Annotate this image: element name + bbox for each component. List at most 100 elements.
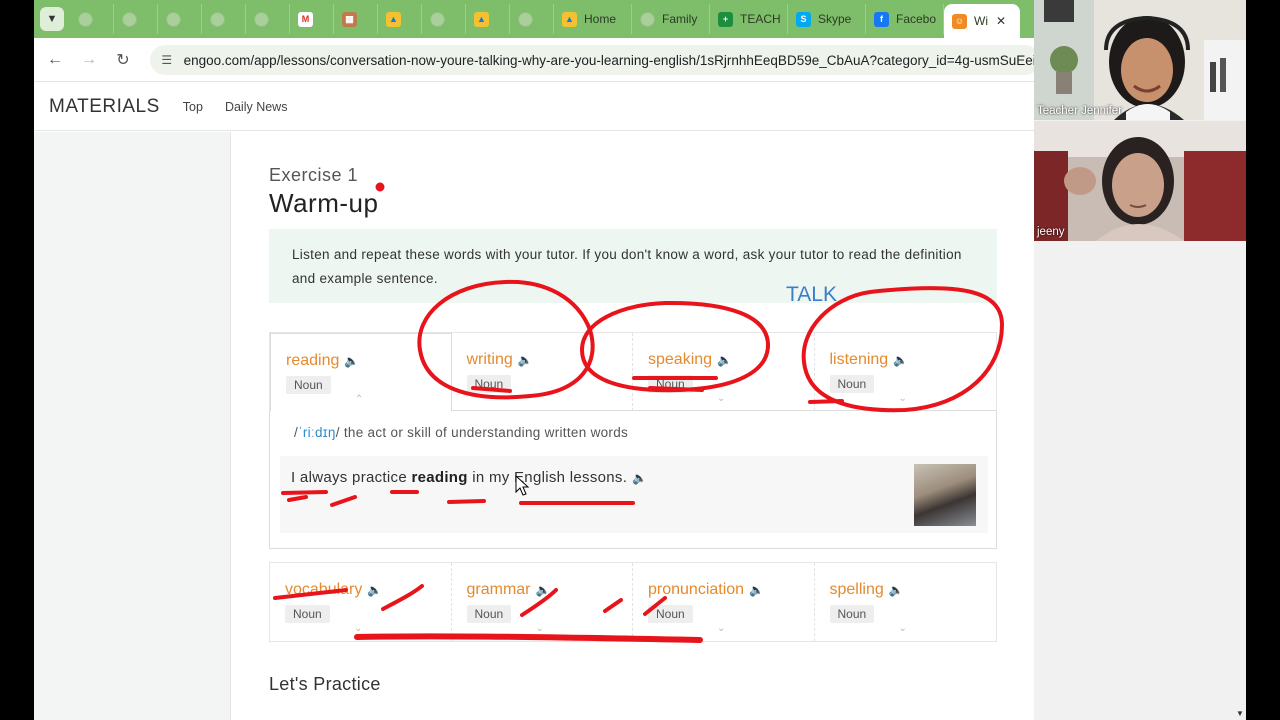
browser-tab[interactable]: ☺ Wi ✕ (944, 4, 1020, 38)
pos-badge: Noun (466, 605, 512, 623)
video-tile-student[interactable]: jeeny (1034, 121, 1246, 241)
address-bar[interactable]: ☰ engoo.com/app/lessons/conversation-now… (150, 45, 1034, 75)
blank-tab-icon (518, 11, 533, 27)
speaker-icon[interactable]: 🔈 (536, 583, 551, 597)
screen: ▼ M ▦ ▲ ▲ ▲ Home Family + TEACH S Skype f Facebo ☺ Wi ✕… (0, 0, 1280, 720)
word-label: vocabulary 🔈 (285, 581, 383, 598)
browser-tab[interactable]: M (290, 4, 334, 34)
chevron-down-icon[interactable]: ⌄ (354, 623, 362, 634)
tab-close-icon[interactable]: ✕ (996, 14, 1006, 28)
blank-tab-icon (122, 11, 137, 27)
chevron-down-icon[interactable]: ⌄ (899, 393, 907, 404)
blank-tab-icon (640, 11, 655, 27)
browser-tab[interactable]: ▲ (378, 4, 422, 34)
chevron-down-icon[interactable]: ⌄ (536, 623, 544, 634)
browser-tab[interactable] (158, 4, 202, 34)
tab-strip: ▼ M ▦ ▲ ▲ ▲ Home Family + TEACH S Skype f Facebo ☺ Wi ✕ (34, 0, 1034, 38)
pos-badge: Noun (829, 605, 875, 623)
chevron-down-icon[interactable]: ⌄ (717, 623, 725, 634)
browser-tab[interactable]: + TEACH (710, 4, 788, 34)
lesson-content: Exercise 1 Warm-up Listen and repeat the… (230, 132, 1034, 720)
speaker-icon[interactable]: 🔈 (889, 583, 904, 597)
skype-icon: S (796, 11, 811, 27)
browser-tab[interactable]: S Skype (788, 4, 866, 34)
video-tile-teacher[interactable]: Teacher Jennifer (1034, 0, 1246, 120)
reload-icon[interactable]: ↻ (106, 50, 140, 70)
chevron-down-icon[interactable]: ⌄ (899, 623, 907, 634)
teacher-video-feed (1034, 0, 1246, 120)
browser-window: ▼ M ▦ ▲ ▲ ▲ Home Family + TEACH S Skype f Facebo ☺ Wi ✕… (34, 0, 1034, 720)
blank-tab-icon (430, 11, 445, 27)
pos-badge: Noun (648, 605, 693, 623)
drive-icon: ▲ (474, 11, 489, 27)
definition-line: /ˈriːdɪŋ/ the act or skill of understand… (294, 425, 629, 440)
word-card-reading[interactable]: reading 🔈 Noun ⌃ (270, 333, 452, 411)
vocab-row-2: vocabulary 🔈 Noun ⌄ grammar 🔈 Noun ⌄ pronu… (269, 562, 997, 642)
browser-tab[interactable]: f Facebo (866, 4, 944, 34)
browser-tab[interactable] (510, 4, 554, 34)
word-label: reading 🔈 (286, 352, 360, 369)
page-scrollbar[interactable]: ▼ (1234, 242, 1246, 720)
word-card-writing[interactable]: writing 🔈 Noun (451, 333, 633, 411)
chevron-up-icon[interactable]: ⌃ (355, 394, 363, 405)
tab-label: Skype (818, 12, 852, 26)
site-settings-icon[interactable]: ☰ (158, 51, 176, 69)
speaker-icon[interactable]: 🔈 (367, 583, 382, 597)
pos-badge: Noun (466, 375, 512, 393)
pos-badge: Noun (285, 605, 330, 623)
word-card-spelling[interactable]: spelling 🔈 Noun ⌄ (815, 563, 997, 641)
speaker-icon[interactable]: 🔈 (344, 354, 359, 368)
sheets-icon: + (718, 11, 733, 27)
gmail-icon: M (298, 11, 313, 27)
word-card-speaking[interactable]: speaking 🔈 Noun ⌄ (633, 333, 815, 411)
browser-tab[interactable] (246, 4, 290, 34)
browser-tab[interactable] (422, 4, 466, 34)
nav-link-top[interactable]: Top (183, 100, 203, 114)
word-card-vocabulary[interactable]: vocabulary 🔈 Noun ⌄ (270, 563, 452, 641)
browser-tab[interactable]: ▦ (334, 4, 378, 34)
nav-link-daily-news[interactable]: Daily News (225, 100, 288, 114)
word-card-grammar[interactable]: grammar 🔈 Noun ⌄ (452, 563, 633, 641)
blank-tab-icon (166, 11, 181, 27)
definition-panel: /ˈriːdɪŋ/ the act or skill of understand… (269, 411, 997, 549)
word-label: pronunciation 🔈 (648, 581, 765, 598)
student-video-feed (1034, 121, 1246, 241)
tab-label: TEACH (740, 12, 781, 26)
word-label: spelling 🔈 (829, 581, 904, 598)
engoo-icon: ☺ (952, 13, 967, 29)
forward-arrow-icon[interactable]: → (72, 51, 106, 69)
example-photo (914, 464, 976, 526)
browser-tab[interactable]: ▲ (466, 4, 510, 34)
brand-logo[interactable]: MATERIALS (49, 96, 160, 118)
word-card-listening[interactable]: listening 🔈 Noun ⌄ (814, 333, 996, 411)
word-label: speaking 🔈 (648, 351, 732, 368)
word-card-pronunciation[interactable]: pronunciation 🔈 Noun ⌄ (633, 563, 815, 641)
exercise-title: Warm-up (269, 188, 379, 218)
instruction-box: Listen and repeat these words with your … (269, 229, 997, 303)
chevron-down-icon[interactable]: ⌄ (717, 393, 725, 404)
browser-tab[interactable] (114, 4, 158, 34)
participant-name: jeeny (1037, 226, 1065, 238)
browser-tab[interactable]: ▲ Home (554, 4, 632, 34)
speaker-icon[interactable]: 🔈 (717, 353, 732, 367)
browser-tab[interactable]: Family (632, 4, 710, 34)
participant-name: Teacher Jennifer (1037, 105, 1123, 117)
slides-icon: ▦ (342, 11, 357, 27)
browser-tab[interactable] (202, 4, 246, 34)
speaker-icon[interactable]: 🔈 (893, 353, 908, 367)
speaker-icon[interactable]: 🔈 (749, 583, 764, 597)
scroll-down-arrow-icon[interactable]: ▼ (1234, 709, 1246, 718)
tab-label: Family (662, 12, 698, 26)
speaker-icon[interactable]: 🔈 (632, 471, 647, 485)
drive-icon: ▲ (562, 11, 577, 27)
site-header: MATERIALS Top Daily News (34, 83, 1034, 131)
example-sentence: I always practice reading in my English … (291, 469, 648, 486)
speaker-icon[interactable]: 🔈 (518, 353, 533, 367)
tabs-container: M ▦ ▲ ▲ ▲ Home Family + TEACH S Skype f Facebo ☺ Wi ✕ (70, 0, 1020, 38)
blank-tab-icon (254, 11, 269, 27)
tab-label: Wi (974, 14, 988, 28)
back-arrow-icon[interactable]: ← (38, 51, 72, 69)
browser-tab[interactable] (70, 4, 114, 34)
pos-badge: Noun (286, 376, 331, 394)
tab-search-chevron-down-icon[interactable]: ▼ (40, 7, 64, 31)
